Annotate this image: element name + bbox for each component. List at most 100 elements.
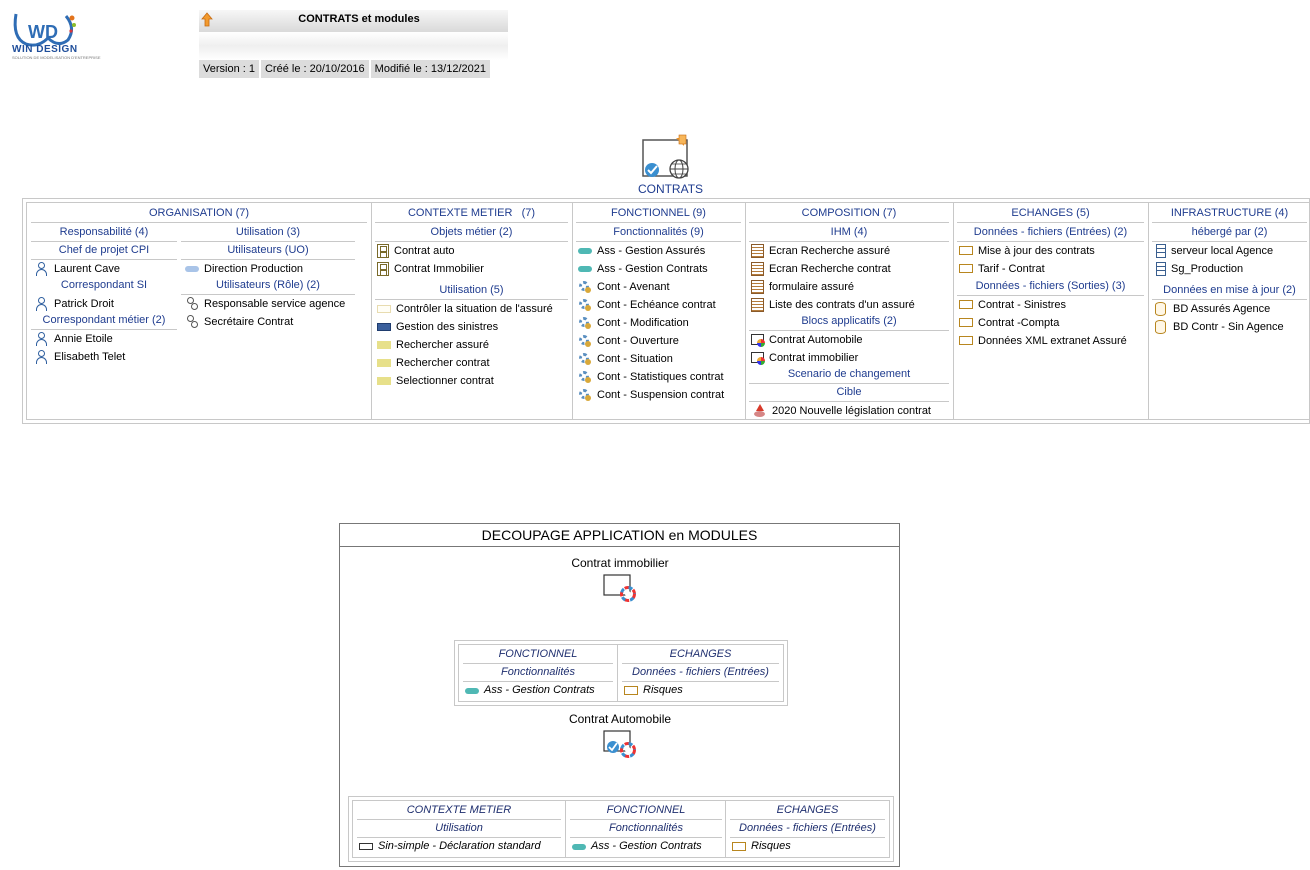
list-item[interactable]: Cont - Statistiques contrat (578, 368, 724, 386)
screen-icon (751, 280, 764, 294)
function-icon (572, 840, 586, 854)
list-item[interactable]: Direction Production (185, 260, 303, 278)
fonctionnalites-header: Fonctionnalités (570, 820, 722, 838)
list-item[interactable]: serveur local Agence (1156, 242, 1273, 260)
list-item[interactable]: Ass - Gestion Contrats (572, 838, 702, 855)
list-item[interactable]: Ass - Gestion Assurés (578, 242, 705, 260)
list-item[interactable]: Sin-simple - Déclaration standard (359, 838, 541, 855)
echanges-header: ECHANGES (5) (957, 205, 1144, 223)
list-item[interactable]: Rechercher contrat (377, 354, 490, 372)
unit-icon (185, 262, 199, 276)
business-object-icon (377, 244, 389, 258)
entrees-header: Données - fichiers (Entrées) (2) (957, 224, 1144, 242)
organisation-column: ORGANISATION (7) Responsabilité (4) Util… (27, 203, 372, 419)
list-item[interactable]: Secrétaire Contrat (185, 313, 293, 331)
blocs-applicatifs-header: Blocs applicatifs (2) (749, 313, 949, 331)
server-icon (1156, 244, 1166, 258)
list-item[interactable]: BD Contr - Sin Agence (1154, 318, 1284, 336)
list-item[interactable]: Cont - Ouverture (578, 332, 679, 350)
list-item[interactable]: Rechercher assuré (377, 336, 489, 354)
fonctionnel-column: FONCTIONNEL Fonctionnalités Ass - Gestio… (459, 645, 617, 701)
list-item[interactable]: Mise à jour des contrats (959, 242, 1095, 260)
function-icon (465, 684, 479, 698)
gear-icon (578, 370, 592, 384)
list-item[interactable]: Cont - Situation (578, 350, 673, 368)
gear-icon (578, 316, 592, 330)
screen-icon (751, 262, 764, 276)
application-block-icon[interactable] (603, 574, 637, 602)
person-icon (35, 262, 49, 276)
list-item[interactable]: Risques (624, 682, 683, 699)
gear-icon (578, 334, 592, 348)
list-item[interactable]: Contrôler la situation de l'assuré (377, 300, 553, 318)
heberge-par-header: hébergé par (2) (1152, 224, 1307, 242)
list-item[interactable]: Elisabeth Telet (35, 348, 125, 366)
list-item[interactable]: Patrick Droit (35, 295, 114, 313)
main-object-label[interactable]: CONTRATS (600, 182, 741, 196)
function-icon (578, 262, 592, 276)
donnees-mise-a-jour-header: Données en mise à jour (2) (1152, 282, 1307, 300)
task-icon (359, 840, 373, 854)
list-item[interactable]: Laurent Cave (35, 260, 120, 278)
list-item[interactable]: Ass - Gestion Contrats (465, 682, 595, 699)
echanges-column: ECHANGES Données - fichiers (Entrées) Ri… (725, 801, 889, 857)
list-item[interactable]: Contrat -Compta (959, 314, 1059, 332)
fonctionnel-column: FONCTIONNEL Fonctionnalités Ass - Gestio… (565, 801, 726, 857)
module-label[interactable]: Contrat Automobile (340, 712, 900, 726)
list-item[interactable]: Contrat auto (377, 242, 455, 260)
echanges-header: ECHANGES (730, 802, 885, 820)
list-item[interactable]: Responsable service agence (185, 295, 345, 313)
entrees-header: Données - fichiers (Entrées) (622, 664, 779, 682)
list-item[interactable]: Risques (732, 838, 791, 855)
list-item[interactable]: Cont - Suspension contrat (578, 386, 724, 404)
created-date: Créé le : 20/10/2016 (260, 60, 371, 78)
target-icon (753, 404, 767, 418)
list-item[interactable]: Selectionner contrat (377, 372, 494, 390)
list-item[interactable]: Ass - Gestion Contrats (578, 260, 708, 278)
utilisation-header: Utilisation (357, 820, 561, 838)
gear-icon (578, 352, 592, 366)
list-item[interactable]: Ecran Recherche assuré (751, 242, 890, 260)
person-icon (35, 332, 49, 346)
data-file-icon (624, 684, 638, 698)
fonctionnalites-header: Fonctionnalités (9) (576, 224, 741, 242)
list-item[interactable]: Annie Etoile (35, 330, 113, 348)
data-file-icon (959, 244, 973, 258)
list-item[interactable]: Gestion des sinistres (377, 318, 498, 336)
contexte-metier-header: CONTEXTE METIER (7) (375, 205, 568, 223)
task-icon (377, 302, 391, 316)
list-item[interactable]: formulaire assuré (751, 278, 854, 296)
fonctionnel-header: FONCTIONNEL (463, 646, 613, 664)
list-item[interactable]: Tarif - Contrat (959, 260, 1045, 278)
data-file-icon (959, 262, 973, 276)
list-item[interactable]: BD Assurés Agence (1154, 300, 1270, 318)
correspondant-si-header: Correspondant SI (60, 279, 148, 291)
role-icon (185, 297, 199, 311)
list-item[interactable]: 2020 Nouvelle législation contrat (753, 402, 931, 420)
module-label[interactable]: Contrat immobilier (340, 556, 900, 570)
gear-icon (578, 280, 592, 294)
list-item[interactable]: Cont - Avenant (578, 278, 670, 296)
list-item[interactable]: Sg_Production (1156, 260, 1243, 278)
module-properties-table: CONTEXTE METIER Utilisation Sin-simple -… (348, 796, 894, 862)
list-item[interactable]: Cont - Echéance contrat (578, 296, 716, 314)
application-block-icon (751, 351, 765, 365)
person-icon (35, 297, 49, 311)
screen-icon (751, 298, 764, 312)
list-item[interactable]: Contrat Immobilier (377, 260, 484, 278)
list-item[interactable]: Contrat - Sinistres (959, 296, 1066, 314)
application-block-icon[interactable] (603, 730, 637, 758)
entrees-header: Données - fichiers (Entrées) (730, 820, 885, 838)
application-globe-icon[interactable] (640, 134, 694, 184)
function-icon (578, 244, 592, 258)
data-file-icon (732, 840, 746, 854)
utilisation-header: Utilisation (3) (181, 224, 355, 242)
list-item[interactable]: Contrat immobilier (751, 349, 858, 367)
data-file-icon (959, 316, 973, 330)
list-item[interactable]: Données XML extranet Assuré (959, 332, 1127, 350)
logo-tagline: SOLUTION DE MODELISATION D'ENTREPRISE (12, 55, 101, 60)
list-item[interactable]: Cont - Modification (578, 314, 689, 332)
list-item[interactable]: Ecran Recherche contrat (751, 260, 891, 278)
list-item[interactable]: Liste des contrats d'un assuré (751, 296, 915, 314)
list-item[interactable]: Contrat Automobile (751, 331, 863, 349)
